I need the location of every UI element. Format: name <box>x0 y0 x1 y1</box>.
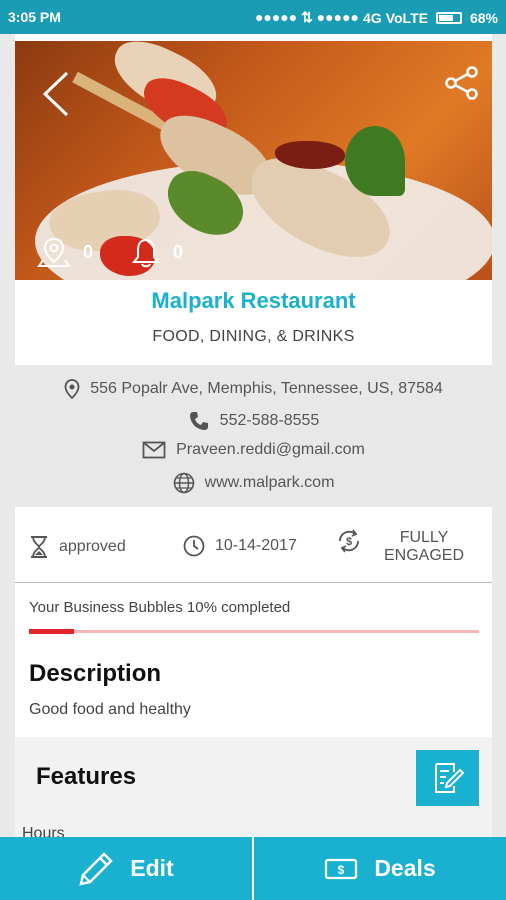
engagement-status: $ FULLY ENGAGED <box>336 529 464 565</box>
pencil-icon <box>79 851 114 886</box>
email-row[interactable]: Praveen.reddi@gmail.com <box>15 441 492 459</box>
battery-percent: 68% <box>469 9 498 26</box>
status-row: approved 10-14-2017 $ FULLY ENGAGED <box>15 507 492 583</box>
edit-document-icon <box>434 763 464 793</box>
network-type: 4G <box>363 9 382 26</box>
clock-icon <box>183 535 205 557</box>
description-text: Good food and healthy <box>29 701 191 718</box>
email-text: Praveen.reddi@gmail.com <box>176 441 365 458</box>
business-category: FOOD, DINING, & DRINKS <box>152 328 355 345</box>
status-time: 3:05 PM <box>8 9 61 25</box>
status-text: approved <box>59 538 126 555</box>
hero-image: 0 0 <box>15 41 492 280</box>
phone-row[interactable]: 552-588-8555 <box>15 410 492 432</box>
location-pin-icon <box>64 379 80 399</box>
food-shape <box>345 126 405 196</box>
address-row[interactable]: 556 Popalr Ave, Memphis, Tennessee, US, … <box>15 379 492 399</box>
edit-label: Edit <box>130 855 174 881</box>
signal-strength: ●●●●● ⇅ ●●●●● <box>254 9 360 25</box>
location-stat[interactable]: 0 <box>37 236 93 268</box>
website-text: www.malpark.com <box>204 474 335 491</box>
share-button[interactable] <box>444 65 480 101</box>
progress-bar <box>29 629 479 634</box>
engagement-line1: FULLY <box>399 529 449 546</box>
website-row[interactable]: www.malpark.com <box>15 472 492 494</box>
engagement-label: FULLY ENGAGED <box>384 529 464 565</box>
svg-text:$: $ <box>346 536 352 548</box>
notification-count: 0 <box>173 241 184 262</box>
bottom-action-bar: Edit $ Deals <box>0 837 506 900</box>
battery-icon <box>435 11 462 24</box>
business-detail-page: 0 0 Malpark Restaurant FOOD, DINING, & D… <box>15 34 492 837</box>
phone-text: 552-588-8555 <box>219 412 320 429</box>
deals-button[interactable]: $ Deals <box>252 837 506 900</box>
globe-icon <box>173 472 194 494</box>
status-bar: 3:05 PM ●●●●● ⇅ ●●●●● 4G VoLTE 68% <box>0 0 506 34</box>
back-button[interactable] <box>37 69 77 119</box>
business-name: Malpark Restaurant <box>151 288 356 313</box>
features-title: Features <box>36 763 137 790</box>
address-text: 556 Popalr Ave, Memphis, Tennessee, US, … <box>90 380 443 397</box>
bell-icon <box>131 238 161 268</box>
status-indicators: ●●●●● ⇅ ●●●●● 4G VoLTE 68% <box>255 9 498 26</box>
phone-icon <box>189 412 208 430</box>
description-title: Description <box>29 660 162 687</box>
edit-button[interactable]: Edit <box>0 837 252 900</box>
share-icon <box>445 66 478 100</box>
contact-info: 556 Popalr Ave, Memphis, Tennessee, US, … <box>15 365 492 507</box>
progress-label: Your Business Bubbles 10% completed <box>29 599 291 616</box>
notification-stat[interactable]: 0 <box>131 236 183 268</box>
chevron-left-icon <box>42 71 69 117</box>
mail-icon <box>142 441 166 459</box>
engagement-line2: ENGAGED <box>384 547 465 564</box>
cash-icon: $ <box>325 858 358 879</box>
progress-fill <box>29 629 74 634</box>
dollar-cycle-icon: $ <box>339 529 359 553</box>
map-pin-icon <box>37 237 71 267</box>
hours-label: Hours <box>22 825 65 837</box>
features-section: Features Hours <box>15 737 492 837</box>
approval-status: approved <box>29 535 126 559</box>
svg-text:$: $ <box>338 863 345 877</box>
deals-label: Deals <box>374 855 436 881</box>
date-text: 10-14-2017 <box>215 537 297 554</box>
location-count: 0 <box>83 241 94 262</box>
volte-label: VoLTE <box>385 9 428 26</box>
hourglass-icon <box>31 536 47 558</box>
created-date: 10-14-2017 <box>183 535 297 557</box>
edit-features-button[interactable] <box>416 750 479 806</box>
